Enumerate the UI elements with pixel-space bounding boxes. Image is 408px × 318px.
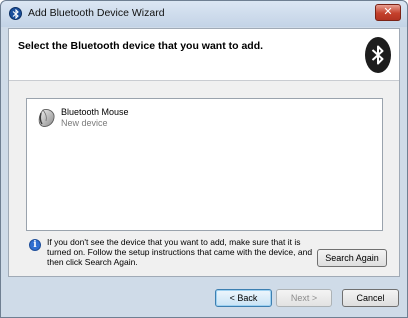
title-bar[interactable]: Add Bluetooth Device Wizard ✕ (1, 1, 407, 27)
bluetooth-logo-icon (365, 37, 391, 73)
device-status: New device (61, 118, 108, 128)
cancel-button[interactable]: Cancel (342, 289, 399, 307)
back-button[interactable]: < Back (215, 289, 272, 307)
close-button[interactable]: ✕ (375, 4, 401, 21)
wizard-footer: < Back Next > Cancel (1, 278, 407, 318)
header-band: Select the Bluetooth device that you wan… (9, 29, 399, 81)
device-name: Bluetooth Mouse (61, 107, 129, 117)
page-heading: Select the Bluetooth device that you wan… (18, 40, 264, 52)
info-icon: i (29, 239, 41, 251)
device-list[interactable]: Bluetooth Mouse New device (26, 98, 383, 231)
search-again-button[interactable]: Search Again (317, 249, 387, 267)
device-item-bluetooth-mouse[interactable]: Bluetooth Mouse New device (31, 105, 211, 135)
window-title: Add Bluetooth Device Wizard (28, 7, 165, 19)
mouse-icon (37, 107, 57, 129)
next-button[interactable]: Next > (276, 289, 332, 307)
wizard-content: Select the Bluetooth device that you wan… (8, 28, 400, 277)
bluetooth-title-icon (9, 7, 22, 20)
wizard-window: Add Bluetooth Device Wizard ✕ Select the… (0, 0, 408, 318)
info-message: If you don't see the device that you wan… (47, 237, 313, 267)
